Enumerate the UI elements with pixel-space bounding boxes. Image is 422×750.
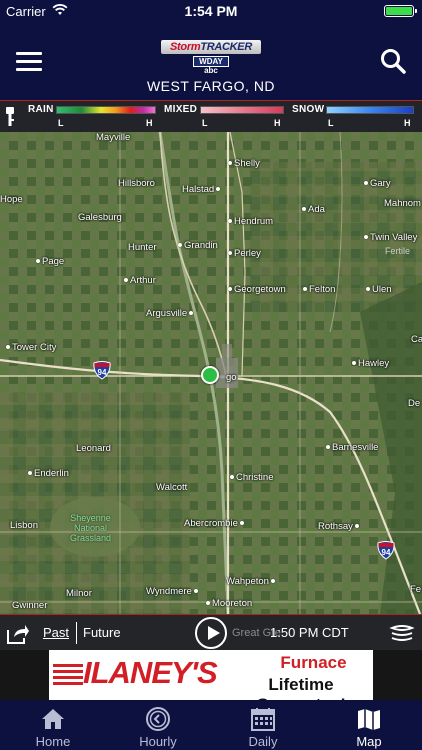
town-label: Wyndmere xyxy=(146,586,200,597)
location-title: WEST FARGO, ND xyxy=(146,78,276,94)
legend-snow-low: L xyxy=(328,118,334,128)
town-label: Perley xyxy=(228,248,261,259)
hamburger-menu-icon[interactable] xyxy=(16,52,42,72)
town-label: Hunter xyxy=(128,242,157,253)
past-toggle[interactable]: Past xyxy=(43,625,69,640)
snow-scale-bar xyxy=(326,106,414,114)
legend-snow-label: SNOW xyxy=(292,104,325,115)
tab-home-label: Home xyxy=(35,734,71,749)
logo-tracker-text: TRACKER xyxy=(200,41,252,53)
town-label: Hawley xyxy=(352,358,389,369)
svg-text:94: 94 xyxy=(98,368,107,377)
search-icon[interactable] xyxy=(380,48,406,74)
city-label-fargo-partial: go xyxy=(226,372,237,383)
logo-station-text: WDAY abc xyxy=(193,56,229,75)
ad-subline: Lifetime Guarantee! xyxy=(256,675,346,700)
map-icon xyxy=(358,709,380,730)
tab-map-label: Map xyxy=(356,734,382,749)
rain-scale-bar xyxy=(56,106,156,114)
tab-daily-label: Daily xyxy=(248,734,278,749)
mixed-scale-bar xyxy=(200,106,284,114)
logo-storm-text: Storm xyxy=(170,41,201,53)
future-toggle[interactable]: Future xyxy=(83,625,121,640)
share-icon[interactable] xyxy=(6,621,30,645)
radar-timestamp: 1:50 PM CDT xyxy=(270,625,349,640)
legend-rain-high: H xyxy=(146,118,153,128)
town-label: Mayville xyxy=(96,132,131,143)
clock-icon xyxy=(146,707,170,731)
legend-mixed-label: MIXED xyxy=(164,104,198,115)
town-label: Ulen xyxy=(366,284,392,295)
radar-map[interactable]: Mayville Shelly Hillsboro Halstad Gary H… xyxy=(0,132,422,614)
town-label: Wahpeton xyxy=(226,576,277,587)
svg-text:94: 94 xyxy=(382,548,391,557)
interstate-94-shield: 94 xyxy=(93,361,111,380)
toggle-divider xyxy=(76,622,77,644)
home-icon xyxy=(42,709,64,729)
town-label: Ada xyxy=(302,204,325,215)
edge-label: De xyxy=(408,398,421,409)
town-label: Abercrombie xyxy=(184,518,246,529)
town-label: Enderlin xyxy=(28,468,69,479)
edge-label: Ca xyxy=(411,334,422,345)
grassland-label: Sheyenne National Grassland xyxy=(70,513,112,543)
playback-bar: Past Future Great Gre 1:50 PM CDT xyxy=(0,614,422,650)
legend-mixed-high: H xyxy=(274,118,281,128)
layers-icon[interactable] xyxy=(389,620,415,646)
town-label: Rothsay xyxy=(318,521,361,532)
play-button[interactable] xyxy=(195,617,227,649)
town-label: Felton xyxy=(303,284,335,295)
legend-mixed-low: L xyxy=(202,118,208,128)
town-label: Lisbon xyxy=(10,520,38,531)
town-label: Milnor xyxy=(66,588,92,599)
ad-headline: Furnace xyxy=(280,653,347,672)
town-label: Hillsboro xyxy=(118,178,155,189)
town-label: Argusville xyxy=(146,308,195,319)
legend-snow-high: H xyxy=(404,118,411,128)
tab-home[interactable]: Home xyxy=(0,700,106,750)
ad-area: ILANEY'S Furnace Lifetime Guarantee! xyxy=(0,650,422,700)
town-label: Mooreton xyxy=(206,598,252,609)
app-header: StormTRACKER WDAY abc WEST FARGO, ND xyxy=(0,22,422,100)
town-label: Hope xyxy=(0,194,23,205)
tab-daily[interactable]: Daily xyxy=(210,700,316,750)
town-label: Georgetown xyxy=(228,284,286,295)
interstate-94-shield: 94 xyxy=(377,541,395,560)
town-label: Mahnom xyxy=(384,198,421,209)
advertisement-banner[interactable]: ILANEY'S Furnace Lifetime Guarantee! xyxy=(49,650,373,700)
town-label: Hendrum xyxy=(228,216,273,227)
current-location-marker[interactable] xyxy=(201,366,219,384)
clock-time: 1:54 PM xyxy=(184,3,238,19)
status-bar: Carrier 1:54 PM xyxy=(0,0,422,22)
battery-icon xyxy=(384,5,417,17)
town-label: Walcott xyxy=(156,482,188,493)
tab-hourly-label: Hourly xyxy=(139,734,177,749)
town-label: Gary xyxy=(364,178,391,189)
town-label: Twin Valley xyxy=(364,232,417,243)
bottom-tab-bar: Home Hourly Daily Map xyxy=(0,700,422,750)
legend-rain-label: RAIN xyxy=(28,104,54,115)
precip-legend: RAIN L H MIXED L H SNOW L H xyxy=(0,100,422,132)
key-icon[interactable] xyxy=(4,106,16,128)
town-label: Leonard xyxy=(76,443,111,454)
edge-label: Fe xyxy=(410,584,422,595)
calendar-icon xyxy=(251,708,275,731)
stormtracker-logo: StormTRACKER WDAY abc xyxy=(161,40,261,75)
tab-map[interactable]: Map xyxy=(316,700,422,750)
town-label: Tower City xyxy=(6,342,56,353)
town-label: Halstad xyxy=(182,184,222,195)
town-label: Barnesville xyxy=(326,442,378,453)
fertile-label: Fertile xyxy=(384,246,410,256)
town-label: Christine xyxy=(230,472,274,483)
legend-rain-low: L xyxy=(58,118,64,128)
town-label: Grandin xyxy=(178,240,218,251)
town-label: Shelly xyxy=(228,158,260,169)
town-label: Gwinner xyxy=(12,600,48,611)
tab-hourly[interactable]: Hourly xyxy=(105,700,211,750)
town-label: Galesburg xyxy=(78,212,122,223)
town-label: Page xyxy=(36,256,64,267)
town-label: Arthur xyxy=(124,275,156,286)
